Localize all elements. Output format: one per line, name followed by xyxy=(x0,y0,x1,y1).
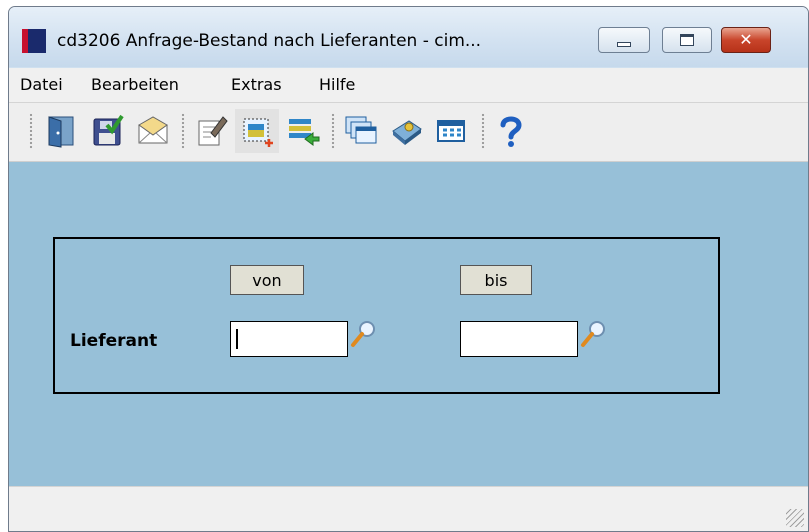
maximize-icon xyxy=(680,34,694,46)
supplier-range-panel: von bis Lieferant xyxy=(53,237,720,394)
toolbar-separator xyxy=(481,113,485,149)
mail-icon[interactable] xyxy=(131,109,175,153)
menu-extras[interactable]: Extras xyxy=(231,75,282,94)
close-button[interactable]: ✕ xyxy=(721,27,771,53)
toolbar-separator xyxy=(181,113,185,149)
table-icon[interactable] xyxy=(429,109,473,153)
toolbar xyxy=(9,103,808,162)
supplier-from-search-icon[interactable] xyxy=(350,319,378,349)
menu-bar: Datei Bearbeiten Extras Hilfe xyxy=(9,68,808,103)
menu-bearbeiten[interactable]: Bearbeiten xyxy=(91,75,179,94)
supplier-from-input[interactable] xyxy=(230,321,348,357)
form-area: von bis Lieferant xyxy=(9,162,808,489)
status-bar xyxy=(9,486,808,531)
windows-icon[interactable] xyxy=(339,109,383,153)
new-record-icon[interactable] xyxy=(235,109,279,153)
app-window: cd3206 Anfrage-Bestand nach Lieferanten … xyxy=(8,6,809,532)
exit-door-icon[interactable] xyxy=(39,109,83,153)
book-icon[interactable] xyxy=(385,109,429,153)
title-bar[interactable]: cd3206 Anfrage-Bestand nach Lieferanten … xyxy=(9,7,808,67)
menu-datei[interactable]: Datei xyxy=(20,75,63,94)
window-title: cd3206 Anfrage-Bestand nach Lieferanten … xyxy=(57,31,482,51)
supplier-to-search-icon[interactable] xyxy=(580,319,608,349)
minimize-icon xyxy=(617,41,631,47)
from-column-label: von xyxy=(230,265,304,295)
text-caret xyxy=(236,329,238,349)
toolbar-separator xyxy=(331,113,335,149)
app-icon[interactable] xyxy=(22,29,46,53)
supplier-to-input[interactable] xyxy=(460,321,578,357)
edit-note-icon[interactable] xyxy=(189,109,233,153)
toolbar-grip[interactable] xyxy=(29,113,33,149)
supplier-label: Lieferant xyxy=(70,331,158,351)
menu-hilfe[interactable]: Hilfe xyxy=(319,75,355,94)
maximize-button[interactable] xyxy=(662,27,712,53)
close-icon: ✕ xyxy=(739,30,753,49)
transfer-list-icon[interactable] xyxy=(281,109,325,153)
to-column-label: bis xyxy=(460,265,532,295)
resize-grip-icon[interactable] xyxy=(786,509,804,527)
save-icon[interactable] xyxy=(85,109,129,153)
help-icon[interactable] xyxy=(489,109,533,153)
minimize-button[interactable] xyxy=(598,27,650,53)
